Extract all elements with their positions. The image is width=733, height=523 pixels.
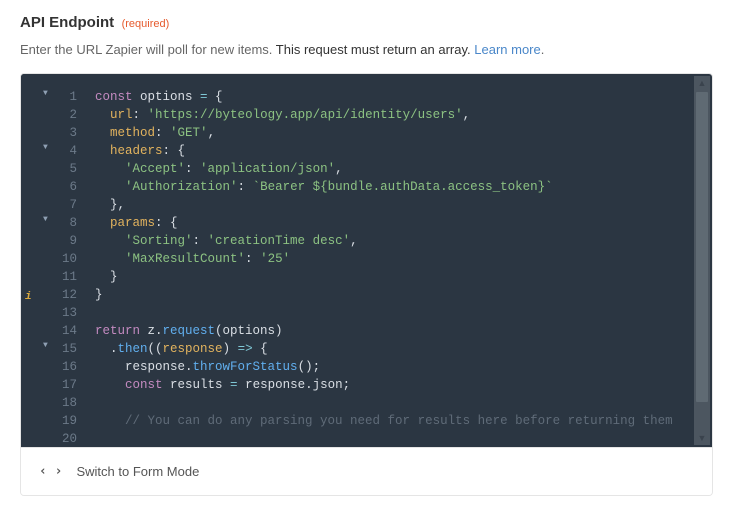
scrollbar-down-button[interactable]: ▼ [694,431,710,445]
warning-icon: i [25,288,32,306]
code-line[interactable]: 'Accept': 'application/json', [95,160,712,178]
code-line[interactable] [95,394,712,412]
editor-code-area[interactable]: const options = { url: 'https://byteolog… [87,74,712,447]
line-number: 9 [39,232,77,250]
line-number: 1▼ [39,88,77,106]
line-number: 6 [39,178,77,196]
line-number: 16 [39,358,77,376]
code-line[interactable]: } [95,268,712,286]
line-number: 8▼ [39,214,77,232]
editor-panel: 1▼234▼5678▼9101112i131415▼161718192021 c… [20,73,713,496]
line-number: 2 [39,106,77,124]
code-line[interactable]: const results = response.json; [95,376,712,394]
learn-more-link[interactable]: Learn more [474,42,540,57]
code-line[interactable]: 'MaxResultCount': '25' [95,250,712,268]
subtitle-lead: Enter the URL Zapier will poll for new i… [20,42,276,57]
code-line[interactable]: response.throwForStatus(); [95,358,712,376]
line-number: 11 [39,268,77,286]
code-line[interactable]: 'Authorization': `Bearer ${bundle.authDa… [95,178,712,196]
code-line[interactable]: url: 'https://byteology.app/api/identity… [95,106,712,124]
editor-gutter: 1▼234▼5678▼9101112i131415▼161718192021 [21,74,87,447]
vertical-scrollbar[interactable]: ▲ ▼ [694,76,710,445]
switch-mode-button[interactable]: ‹ › Switch to Form Mode [21,447,712,495]
code-line[interactable] [95,430,712,447]
fold-icon[interactable]: ▼ [43,216,48,224]
line-number: 13 [39,304,77,322]
code-icon: ‹ › [39,464,62,479]
code-line[interactable]: params: { [95,214,712,232]
code-line[interactable]: }, [95,196,712,214]
code-line[interactable]: .then((response) => { [95,340,712,358]
fold-icon[interactable]: ▼ [43,90,48,98]
code-line[interactable]: } [95,286,712,304]
scrollbar-up-button[interactable]: ▲ [694,76,710,90]
code-line[interactable]: headers: { [95,142,712,160]
line-number: 7 [39,196,77,214]
subtitle-period: . [541,42,545,57]
line-number: 14 [39,322,77,340]
code-line[interactable]: return z.request(options) [95,322,712,340]
line-number: 15▼ [39,340,77,358]
switch-mode-label: Switch to Form Mode [76,464,199,479]
line-number: 4▼ [39,142,77,160]
line-number: 18 [39,394,77,412]
fold-icon[interactable]: ▼ [43,144,48,152]
line-number: 5 [39,160,77,178]
line-number: 17 [39,376,77,394]
line-number: 3 [39,124,77,142]
subtitle-strong: This request must return an array. [276,42,471,57]
fold-icon[interactable]: ▼ [43,342,48,350]
code-editor[interactable]: 1▼234▼5678▼9101112i131415▼161718192021 c… [21,74,712,447]
line-number: 19 [39,412,77,430]
code-line[interactable]: 'Sorting': 'creationTime desc', [95,232,712,250]
scrollbar-thumb[interactable] [696,92,708,402]
code-line[interactable]: // You can do any parsing you need for r… [95,412,712,430]
line-number: 12i [39,286,77,304]
required-tag: (required) [122,18,170,30]
line-number: 20 [39,430,77,447]
line-number: 10 [39,250,77,268]
section-title: API Endpoint [20,14,114,31]
code-line[interactable]: const options = { [95,88,712,106]
section-subtitle: Enter the URL Zapier will poll for new i… [20,42,713,57]
code-line[interactable] [95,304,712,322]
code-line[interactable]: method: 'GET', [95,124,712,142]
